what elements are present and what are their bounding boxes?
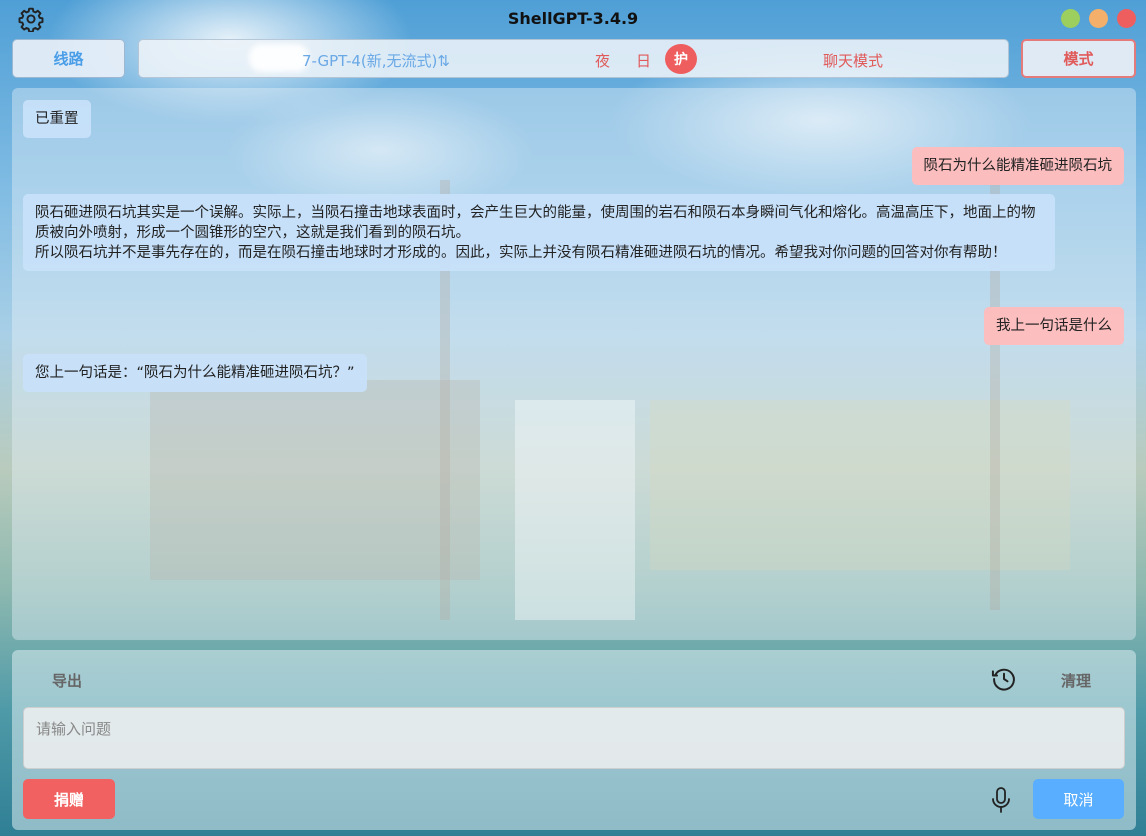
title-bar: ShellGPT-3.4.9 (0, 0, 1146, 38)
microphone-icon[interactable] (989, 786, 1013, 814)
message-bot: 已重置 (23, 100, 91, 138)
message-text: 已重置 (35, 111, 79, 127)
message-text: 我上一句话是什么 (996, 318, 1112, 334)
route-button[interactable]: 线路 (12, 39, 125, 78)
message-bot: 陨石砸进陨石坑其实是一个误解。实际上，当陨石撞击地球表面时，会产生巨大的能量，使… (23, 194, 1055, 271)
mode-button[interactable]: 模式 (1021, 39, 1136, 78)
window-title: ShellGPT-3.4.9 (507, 9, 639, 28)
minimize-button[interactable] (1061, 9, 1080, 28)
day-mode-button[interactable]: 日 (636, 50, 651, 71)
message-user: 我上一句话是什么 (984, 307, 1124, 345)
clear-button[interactable]: 清理 (1061, 670, 1091, 691)
message-user: 陨石为什么能精准砸进陨石坑 (911, 147, 1124, 185)
chat-panel[interactable]: 已重置 陨石为什么能精准砸进陨石坑 陨石砸进陨石坑其实是一个误解。实际上，当陨石… (12, 88, 1136, 640)
message-bot: 您上一句话是：“陨石为什么能精准砸进陨石坑？” (23, 354, 367, 392)
input-panel: 导出 清理 捐赠 取消 (12, 650, 1136, 830)
control-bar: 7-GPT-4(新,无流式)⇅ 夜 日 护 聊天模式 (138, 39, 1009, 78)
export-button[interactable]: 导出 (52, 670, 82, 691)
cancel-button[interactable]: 取消 (1033, 779, 1124, 819)
maximize-button[interactable] (1089, 9, 1108, 28)
chat-mode-label[interactable]: 聊天模式 (823, 50, 883, 71)
history-icon[interactable] (990, 665, 1018, 693)
eye-care-mode-button[interactable]: 护 (665, 44, 697, 74)
model-selector[interactable]: 7-GPT-4(新,无流式)⇅ (302, 50, 450, 71)
model-prefix-blur (249, 44, 309, 72)
message-text: 陨石为什么能精准砸进陨石坑 (923, 158, 1113, 174)
message-text: 陨石砸进陨石坑其实是一个误解。实际上，当陨石撞击地球表面时，会产生巨大的能量，使… (35, 205, 1036, 261)
question-input[interactable] (23, 707, 1125, 769)
donate-button[interactable]: 捐赠 (23, 779, 115, 819)
night-mode-button[interactable]: 夜 (595, 50, 610, 71)
message-text: 您上一句话是：“陨石为什么能精准砸进陨石坑？” (35, 365, 355, 381)
close-button[interactable] (1117, 9, 1136, 28)
